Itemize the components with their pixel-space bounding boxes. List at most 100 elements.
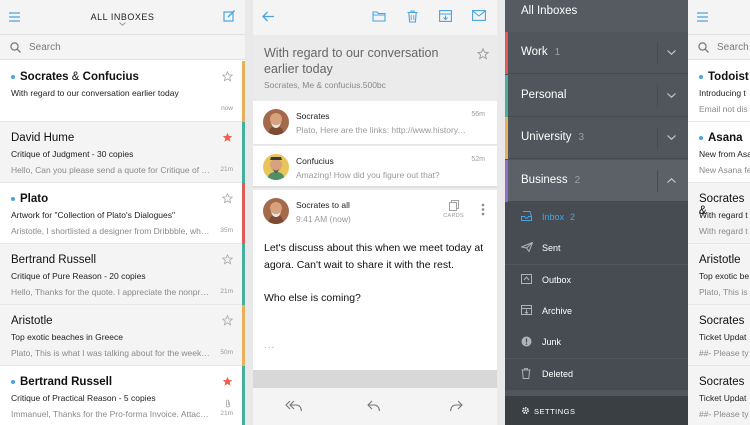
star-icon[interactable] xyxy=(222,315,233,326)
star-filled-icon[interactable] xyxy=(222,376,233,387)
forward-icon[interactable] xyxy=(449,400,463,412)
thread-sender: Socrates xyxy=(296,111,330,121)
email-subject: Top exotic beaches in Greece xyxy=(11,332,123,342)
folder-label-row: Sent xyxy=(542,243,561,253)
email-preview: Aristotle, I shortlisted a designer from… xyxy=(11,226,211,236)
folder-item-sent[interactable]: Sent xyxy=(505,233,688,265)
junk-icon xyxy=(521,336,532,347)
email-subject: Ticket Updat xyxy=(699,332,747,342)
email-row[interactable]: Aristotle Top exotic be Plato, This is xyxy=(688,244,750,305)
email-preview: With regard t xyxy=(699,226,748,236)
reply-icon[interactable] xyxy=(367,400,381,412)
mail-icon[interactable] xyxy=(472,10,486,21)
folder-item-outbox[interactable]: Outbox xyxy=(505,264,688,296)
folder-icon[interactable] xyxy=(372,10,386,22)
thread-message[interactable]: Confucius Amazing! How did you figure ou… xyxy=(253,146,497,188)
archive-icon[interactable] xyxy=(439,10,452,22)
chevron-up-icon[interactable] xyxy=(667,177,676,183)
back-arrow-icon[interactable] xyxy=(262,11,275,22)
email-row[interactable]: Asana New from Asa New Asana fe xyxy=(688,122,750,183)
chevron-down-icon[interactable] xyxy=(119,22,126,26)
email-row[interactable]: Socrates & With regard t With regard t xyxy=(688,183,750,244)
folder-item-deleted[interactable]: Deleted xyxy=(505,358,688,390)
account-color-bar xyxy=(242,183,245,244)
star-icon[interactable] xyxy=(222,254,233,265)
account-item-university[interactable]: University 3 xyxy=(505,117,688,159)
email-time: 35m xyxy=(220,227,233,234)
compose-icon[interactable] xyxy=(223,10,236,23)
email-preview: New Asana fe xyxy=(699,165,750,175)
account-color-bar xyxy=(242,305,245,366)
message-panel: With regard to our conversation earlier … xyxy=(253,0,497,425)
more-vertical-icon[interactable] xyxy=(481,203,485,216)
email-sender-name: Plato xyxy=(20,193,49,205)
thread-time: 52m xyxy=(471,156,485,163)
inbox-icon xyxy=(521,211,532,221)
search-input[interactable]: Search xyxy=(29,42,61,53)
search-bar[interactable]: Search xyxy=(0,35,245,60)
trash-icon[interactable] xyxy=(407,10,418,23)
email-row[interactable]: Bertrand Russell Critique of Practical Re… xyxy=(0,366,245,425)
quoted-text-toggle[interactable]: ... xyxy=(264,340,275,351)
folder-label: Inbox xyxy=(542,212,565,222)
divider xyxy=(657,84,658,107)
email-row[interactable]: Aristotle Top exotic beaches in Greece Pla… xyxy=(0,305,245,366)
email-row[interactable]: David Hume Critique of Judgment - 30 copi… xyxy=(0,122,245,183)
account-item-work[interactable]: Work 1 xyxy=(505,32,688,74)
email-row[interactable]: Socrates & Confucius With regard to our c… xyxy=(0,61,245,122)
chevron-down-icon[interactable] xyxy=(667,135,676,140)
email-preview: Immanuel, Thanks for the Pro-forma Invoi… xyxy=(11,409,211,419)
search-bar[interactable]: Search xyxy=(688,35,750,60)
email-subject: Critique of Judgment - 30 copies xyxy=(11,149,134,159)
account-item-personal[interactable]: Personal xyxy=(505,74,688,117)
star-icon[interactable] xyxy=(477,48,489,60)
account-name: University xyxy=(521,131,572,143)
email-row[interactable]: Plato Artwork for "Collection of Plato's … xyxy=(0,183,245,244)
menu-icon[interactable] xyxy=(697,12,708,22)
account-name-row: Business 2 xyxy=(521,174,580,186)
cards-button[interactable]: CARDS xyxy=(443,200,464,219)
sidebar-header[interactable]: All Inboxes xyxy=(505,0,688,32)
folder-label-row: Deleted xyxy=(542,369,573,379)
message-subject: With regard to our conversation earlier … xyxy=(264,46,439,76)
account-count: 1 xyxy=(554,47,561,58)
folder-label: Archive xyxy=(542,305,573,316)
unread-dot xyxy=(11,75,15,79)
email-row[interactable]: Todoist Introducing t Email not dis xyxy=(688,61,750,122)
star-icon[interactable] xyxy=(222,193,233,204)
settings-button[interactable]: SETTINGS xyxy=(505,396,688,425)
unread-dot xyxy=(699,75,703,79)
email-time: now xyxy=(221,105,233,112)
folder-item-archive[interactable]: Archive xyxy=(505,295,688,327)
folder-item-inbox[interactable]: Inbox 2 xyxy=(505,202,688,233)
account-color-stripe xyxy=(505,159,508,202)
account-count: 2 xyxy=(574,174,581,186)
email-row[interactable]: Socrates Ticket Updat ##- Please ty xyxy=(688,366,750,425)
message-toolbar xyxy=(253,0,497,35)
deleted-icon xyxy=(521,367,531,379)
chevron-down-icon[interactable] xyxy=(667,50,676,55)
inbox-title[interactable]: ALL INBOXES xyxy=(0,12,245,22)
search-input[interactable]: Search xyxy=(717,42,749,53)
folder-item-junk[interactable]: Junk xyxy=(505,327,688,359)
thread-preview: Plato, Here are the links: http://www.hi… xyxy=(296,125,466,135)
email-sender: Socrates xyxy=(699,376,745,388)
email-sender: Socrates & Confucius xyxy=(20,71,139,83)
thread-timestamp: 9:41 AM (now) xyxy=(296,214,351,224)
divider xyxy=(253,370,497,388)
divider xyxy=(657,127,658,149)
account-color-bar xyxy=(242,244,245,305)
thread-sender: Socrates to all xyxy=(296,200,350,210)
email-row[interactable]: Bertrand Russell Critique of Pure Reason … xyxy=(0,244,245,305)
thread-message[interactable]: Socrates Plato, Here are the links: http… xyxy=(253,101,497,145)
email-sender-name: Socrates xyxy=(20,71,69,83)
star-filled-icon[interactable] xyxy=(222,132,233,143)
email-row[interactable]: Socrates Ticket Updat ##- Please ty xyxy=(688,305,750,366)
chevron-down-icon[interactable] xyxy=(667,92,676,98)
email-preview: ##- Please ty xyxy=(699,348,749,358)
star-icon[interactable] xyxy=(222,71,233,82)
reply-all-icon[interactable] xyxy=(285,400,303,412)
account-item-business[interactable]: Business 2 xyxy=(505,159,688,202)
account-color-bar xyxy=(242,122,245,183)
inbox-list-panel-secondary: Search Todoist Introducing t Email not dis… xyxy=(688,0,750,425)
